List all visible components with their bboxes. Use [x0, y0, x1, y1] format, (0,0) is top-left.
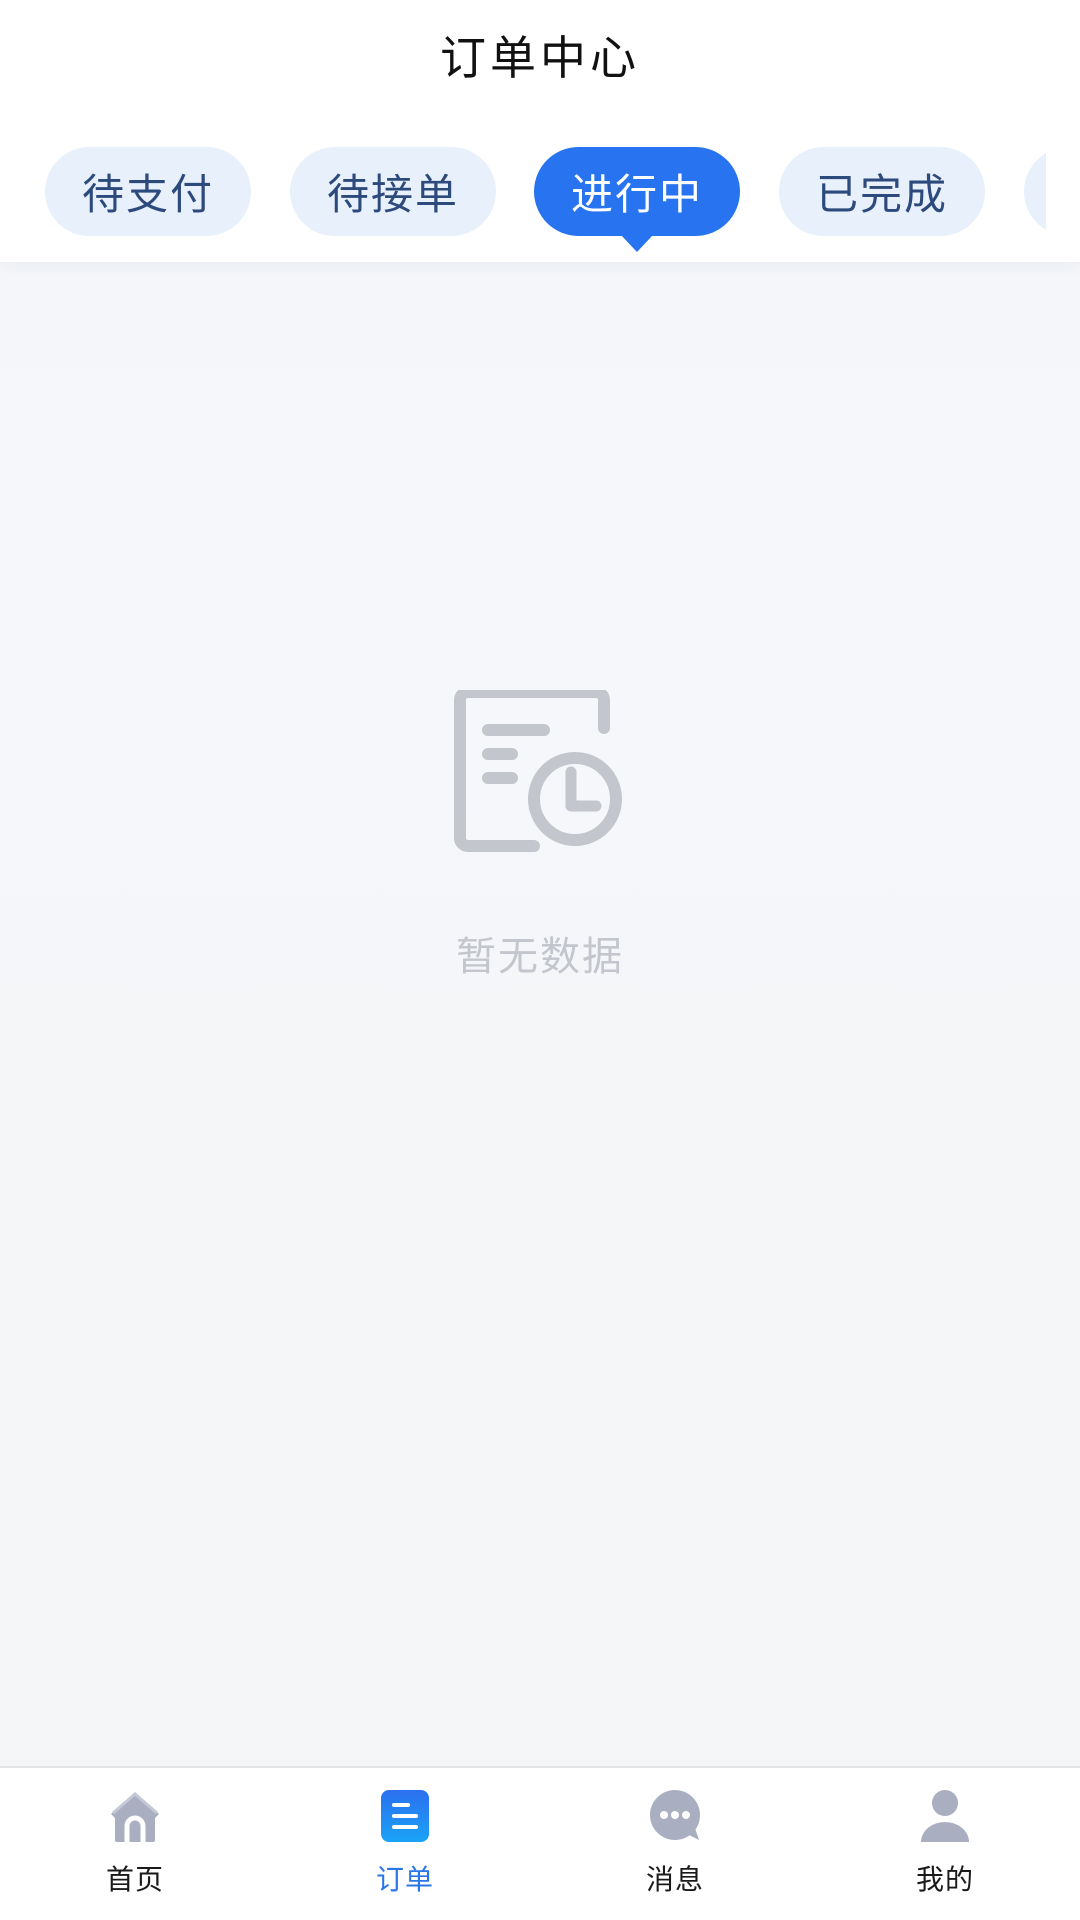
empty-state: 暂无数据 [0, 690, 1080, 982]
header: 订单中心 待支付 待接单 进行中 已完成 [0, 0, 1080, 262]
nav-label-home: 首页 [105, 1863, 164, 1896]
user-icon [921, 1790, 969, 1842]
order-list-icon [381, 1790, 429, 1842]
page-title: 订单中心 [440, 31, 640, 85]
tab-more[interactable] [1024, 147, 1046, 236]
tab-in-progress[interactable]: 进行中 [534, 147, 740, 236]
nav-label-profile: 我的 [915, 1863, 974, 1896]
nav-label-messages: 消息 [645, 1863, 704, 1896]
nav-label-orders: 订单 [375, 1863, 434, 1896]
tab-completed[interactable]: 已完成 [779, 147, 985, 236]
empty-state-text: 暂无数据 [456, 934, 624, 980]
nav-item-messages[interactable]: 消息 [540, 1768, 810, 1920]
bottom-nav: 首页 订单 消息 我的 [0, 1766, 1080, 1920]
home-icon [111, 1792, 159, 1842]
chat-bubble-icon [650, 1790, 700, 1840]
nav-item-orders[interactable]: 订单 [270, 1768, 540, 1920]
status-tabs: 待支付 待接单 进行中 已完成 [0, 147, 1046, 255]
tab-pending-accept[interactable]: 待接单 [290, 147, 496, 236]
nav-item-home[interactable]: 首页 [0, 1768, 270, 1920]
order-center-screen: 订单中心 待支付 待接单 进行中 已完成 暂无数据 首页 订单 消息 我的 [0, 0, 1080, 1920]
document-clock-icon [454, 690, 622, 852]
tab-pending-payment[interactable]: 待支付 [45, 147, 251, 236]
nav-item-profile[interactable]: 我的 [810, 1768, 1080, 1920]
